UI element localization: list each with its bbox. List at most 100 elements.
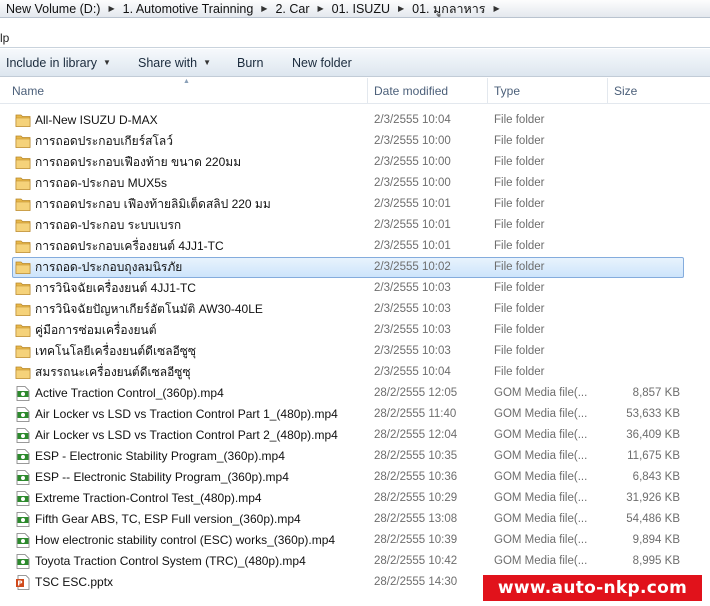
file-size [608, 194, 680, 215]
file-row[interactable]: คู่มือการซ่อมเครื่องยนต์ 2/3/2555 10:03 Fi… [0, 320, 710, 341]
file-size [608, 362, 680, 383]
file-name: TSC ESC.pptx [35, 575, 114, 589]
search-box[interactable]: lp [0, 28, 710, 48]
file-type: GOM Media file(... [494, 534, 588, 546]
file-row[interactable]: การถอด-ประกอบ MUX5s 2/3/2555 10:00 File fo… [0, 173, 710, 194]
file-row[interactable]: Air Locker vs LSD vs Traction Control Pa… [0, 425, 710, 446]
breadcrumb-item[interactable]: 01. มูกลาหาร ▶ [406, 0, 501, 17]
file-row[interactable]: การวินิจฉัยปัญหาเกียร์อัตโนมัติ AW30-40L… [0, 299, 710, 320]
folder-icon [15, 302, 31, 317]
file-name: Extreme Traction-Control Test_(480p).mp4 [35, 491, 262, 505]
column-header-type[interactable]: Type [488, 78, 608, 104]
include-in-library-button[interactable]: Include in library ▼ [0, 52, 117, 74]
file-type: File folder [494, 114, 545, 126]
file-row[interactable]: การถอด-ประกอบ ระบบเบรก 2/3/2555 10:01 File… [0, 215, 710, 236]
file-row[interactable]: สมรรถนะเครื่องยนต์ดีเซลอีซูซุ 2/3/2555 10… [0, 362, 710, 383]
column-header-bar: Name ▲ Date modified Type Size [0, 78, 710, 104]
breadcrumb-chevron-icon[interactable]: ▶ [493, 4, 499, 13]
folder-icon [15, 281, 31, 296]
file-name: Fifth Gear ABS, TC, ESP Full version_(36… [35, 512, 301, 526]
new-folder-button[interactable]: New folder [286, 52, 358, 74]
file-type: File folder [494, 240, 545, 252]
file-size: 8,995 KB [632, 555, 680, 567]
file-size: 53,633 KB [626, 408, 680, 420]
file-row[interactable]: การถอดประกอบ เฟืองท้ายลิมิเต็ดสลิป 220 ม… [0, 194, 710, 215]
file-size: 11,675 KB [627, 450, 680, 462]
file-date-modified: 2/3/2555 10:00 [374, 177, 451, 189]
file-type: GOM Media file(... [494, 471, 588, 483]
folder-icon [15, 239, 31, 254]
media-file-icon [15, 533, 31, 548]
file-row[interactable]: Air Locker vs LSD vs Traction Control Pa… [0, 404, 710, 425]
file-date-modified: 2/3/2555 10:03 [374, 345, 451, 357]
breadcrumb-chevron-icon[interactable]: ▶ [108, 4, 114, 13]
file-row[interactable]: Fifth Gear ABS, TC, ESP Full version_(36… [0, 509, 710, 530]
file-date-modified: 2/3/2555 10:00 [374, 135, 451, 147]
column-header-date-modified[interactable]: Date modified [368, 78, 488, 104]
breadcrumb-label: 01. มูกลาหาร [412, 1, 486, 16]
svg-text:P: P [17, 580, 22, 588]
file-size: 8,857 KB [632, 387, 680, 399]
file-date-modified: 28/2/2555 10:29 [374, 492, 458, 504]
file-type: GOM Media file(... [494, 555, 588, 567]
folder-icon [15, 134, 31, 149]
file-row[interactable]: All-New ISUZU D-MAX 2/3/2555 10:04 File fo… [0, 110, 710, 131]
chevron-down-icon: ▼ [203, 58, 211, 67]
address-bar[interactable]: New Volume (D:) ▶ 1. Automotive Trainning ▶… [0, 0, 710, 18]
file-name: Active Traction Control_(360p).mp4 [35, 386, 224, 400]
burn-button[interactable]: Burn [231, 52, 269, 74]
file-date-modified: 28/2/2555 12:04 [374, 429, 458, 441]
file-size: 54,486 KB [626, 513, 680, 525]
file-size [608, 131, 680, 152]
file-row[interactable]: เทคโนโลยีเครื่องยนต์ดีเซลอีซูซุ 2/3/2555 … [0, 341, 710, 362]
breadcrumb-chevron-icon[interactable]: ▶ [398, 4, 404, 13]
file-row[interactable]: Extreme Traction-Control Test_(480p).mp4… [0, 488, 710, 509]
file-date-modified: 28/2/2555 10:35 [374, 450, 458, 462]
breadcrumb-label: New Volume (D:) [6, 1, 101, 16]
breadcrumb-item[interactable]: New Volume (D:) ▶ [0, 2, 117, 16]
file-size: 31,926 KB [626, 492, 680, 504]
file-row[interactable]: การถอดประกอบเครื่องยนต์ 4JJ1-TC 2/3/2555 … [0, 236, 710, 257]
breadcrumb-item[interactable]: 1. Automotive Trainning ▶ [117, 2, 270, 16]
file-row[interactable]: Active Traction Control_(360p).mp4 28/2/2… [0, 383, 710, 404]
share-with-button[interactable]: Share with ▼ [132, 52, 217, 74]
media-file-icon [15, 449, 31, 464]
file-size [608, 173, 680, 194]
file-type: File folder [494, 156, 545, 168]
file-date-modified: 2/3/2555 10:04 [374, 366, 451, 378]
file-type: File folder [494, 198, 545, 210]
file-date-modified: 28/2/2555 14:30 [374, 576, 458, 588]
file-date-modified: 2/3/2555 10:04 [374, 114, 451, 126]
file-type: File folder [494, 366, 545, 378]
media-file-icon [15, 428, 31, 443]
file-name: การวินิจฉัยเครื่องยนต์ 4JJ1-TC [35, 281, 196, 295]
file-row[interactable]: Toyota Traction Control System (TRC)_(48… [0, 551, 710, 572]
file-row[interactable]: การถอดประกอบเฟืองท้าย ขนาด 220มม 2/3/2555… [0, 152, 710, 173]
file-row[interactable]: ESP - Electronic Stability Program_(360p… [0, 446, 710, 467]
file-row[interactable]: ESP -- Electronic Stability Program_(360… [0, 467, 710, 488]
breadcrumb-item[interactable]: 01. ISUZU ▶ [326, 2, 407, 16]
column-header-size[interactable]: Size [608, 78, 690, 104]
file-name: การวินิจฉัยปัญหาเกียร์อัตโนมัติ AW30-40L… [35, 302, 263, 316]
file-row[interactable]: การวินิจฉัยเครื่องยนต์ 4JJ1-TC 2/3/2555 1… [0, 278, 710, 299]
breadcrumb-chevron-icon[interactable]: ▶ [261, 4, 267, 13]
file-list: All-New ISUZU D-MAX 2/3/2555 10:04 File fo… [0, 110, 710, 593]
file-date-modified: 28/2/2555 10:42 [374, 555, 458, 567]
file-name: สมรรถนะเครื่องยนต์ดีเซลอีซูซุ [35, 365, 191, 379]
breadcrumb-chevron-icon[interactable]: ▶ [317, 4, 323, 13]
file-type: GOM Media file(... [494, 450, 588, 462]
folder-icon [15, 323, 31, 338]
file-date-modified: 2/3/2555 10:03 [374, 303, 451, 315]
folder-icon [15, 344, 31, 359]
file-date-modified: 2/3/2555 10:01 [374, 219, 451, 231]
file-row[interactable]: How electronic stability control (ESC) w… [0, 530, 710, 551]
media-file-icon [15, 386, 31, 401]
file-type: GOM Media file(... [494, 429, 588, 441]
file-row[interactable]: การถอด-ประกอบถุงลมนิรภัย 2/3/2555 10:02 Fi… [0, 257, 710, 278]
file-row[interactable]: การถอดประกอบเกียร์สโลว์ 2/3/2555 10:00 Fil… [0, 131, 710, 152]
breadcrumb-label: 2. Car [275, 1, 310, 16]
breadcrumb-item[interactable]: 2. Car ▶ [269, 2, 325, 16]
include-in-library-label: Include in library [6, 55, 98, 70]
folder-icon [15, 197, 31, 212]
file-name: คู่มือการซ่อมเครื่องยนต์ [35, 323, 157, 337]
